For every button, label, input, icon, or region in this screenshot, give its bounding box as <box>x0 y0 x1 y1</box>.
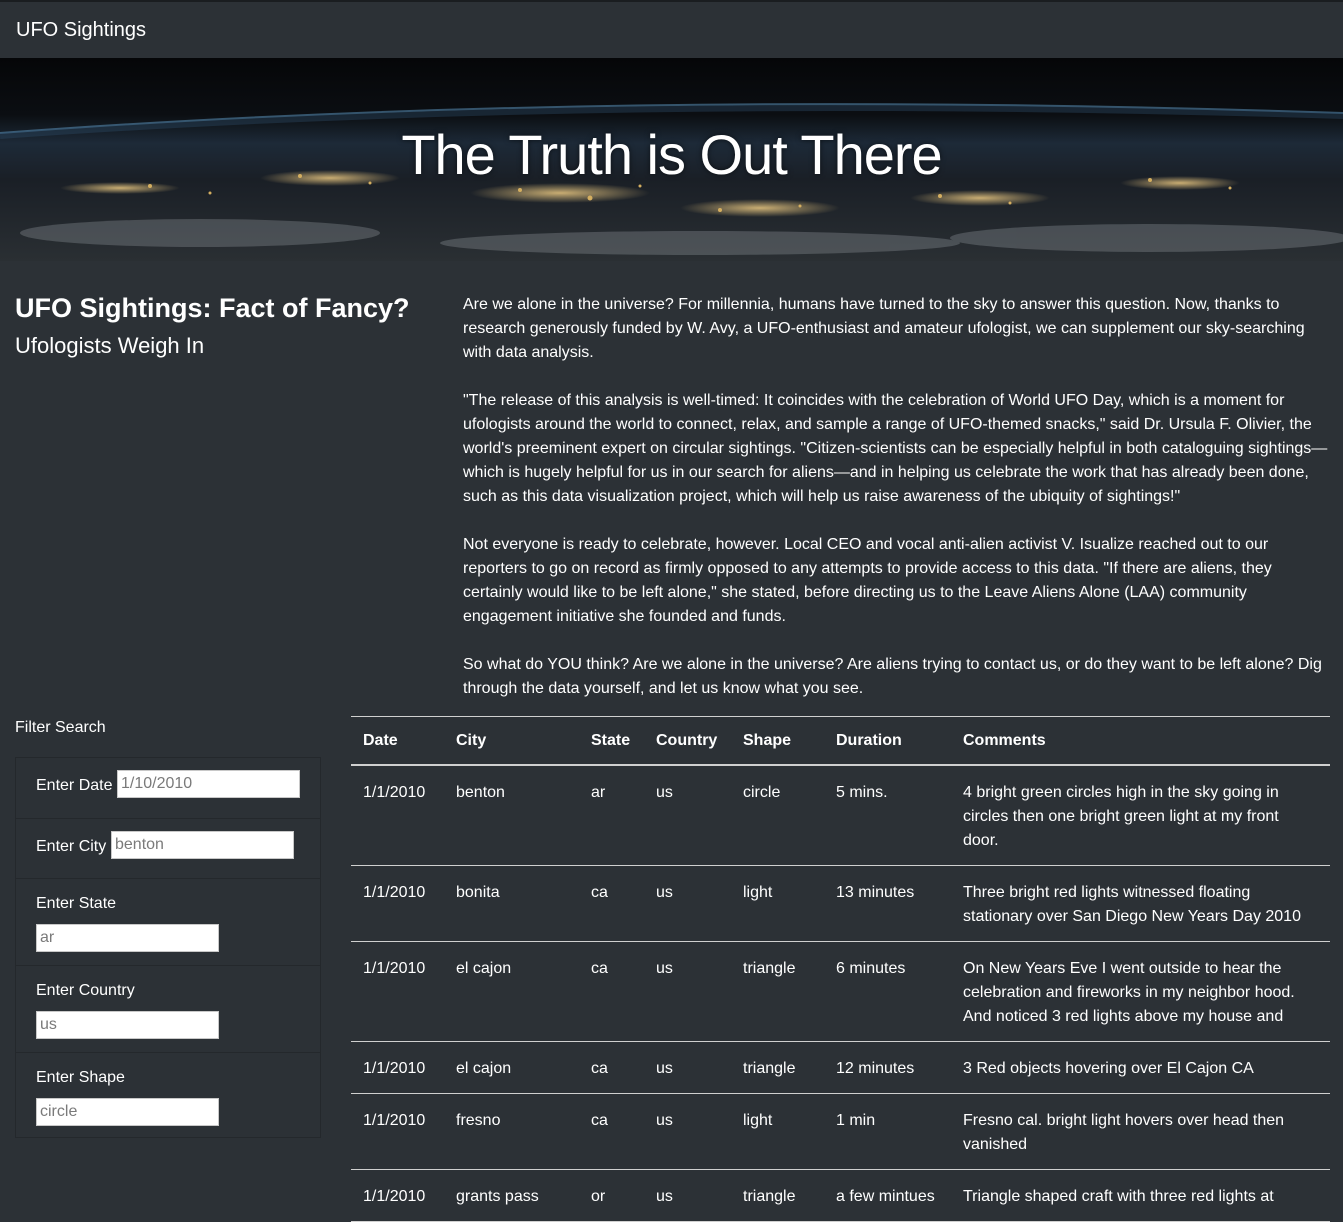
cell-comments: 3 Red objects hovering over El Cajon CA <box>963 1060 1254 1077</box>
table-row: 1/1/2010 fresno ca us light 1 min Fresno… <box>351 1094 1330 1170</box>
state-label: Enter State <box>36 895 117 912</box>
state-input[interactable] <box>36 924 219 952</box>
table-row: 1/1/2010 grants pass or us triangle a fe… <box>351 1170 1330 1222</box>
column-header-city: City <box>456 732 487 749</box>
cell-comments: Triangle shaped craft with three red lig… <box>963 1188 1274 1205</box>
cell-duration: a few mintues <box>836 1188 935 1205</box>
cell-duration: 1 min <box>836 1112 876 1129</box>
article-paragraph: Are we alone in the universe? For millen… <box>463 296 1305 361</box>
article-title: UFO Sightings: Fact of Fancy? <box>15 293 410 323</box>
country-label: Enter Country <box>36 982 135 999</box>
cell-date: 1/1/2010 <box>363 884 426 901</box>
cell-city: benton <box>456 784 505 801</box>
cell-comments: On New Years Eve I went outside to hear … <box>963 960 1295 1025</box>
city-label: Enter City <box>36 838 107 855</box>
cell-city: fresno <box>456 1112 501 1129</box>
cell-comments: Three bright red lights witnessed floati… <box>963 884 1301 925</box>
filter-item-country: Enter Country <box>16 966 320 1053</box>
cell-country: us <box>656 784 673 801</box>
cell-shape: light <box>743 884 773 901</box>
table-row: 1/1/2010 bonita ca us light 13 minutes T… <box>351 866 1330 942</box>
navbar-brand-link[interactable]: UFO Sightings <box>16 19 146 42</box>
article-paragraph: "The release of this analysis is well-ti… <box>463 392 1328 505</box>
article-subtitle: Ufologists Weigh In <box>15 333 205 358</box>
filter-item-shape: Enter Shape <box>16 1053 320 1137</box>
cell-shape: triangle <box>743 960 796 977</box>
cell-city: el cajon <box>456 1060 512 1077</box>
cell-shape: triangle <box>743 1060 796 1077</box>
filter-search-heading: Filter Search <box>15 719 106 736</box>
cell-state: ar <box>591 784 606 801</box>
cell-date: 1/1/2010 <box>363 1112 426 1129</box>
cell-duration: 12 minutes <box>836 1060 915 1077</box>
cell-date: 1/1/2010 <box>363 1188 426 1205</box>
cell-state: ca <box>591 884 608 901</box>
column-header-comments: Comments <box>963 732 1046 749</box>
date-label: Enter Date <box>36 777 113 794</box>
country-input[interactable] <box>36 1011 219 1039</box>
cell-comments: 4 bright green circles high in the sky g… <box>963 784 1279 849</box>
hero-banner: The Truth is Out There <box>0 58 1343 261</box>
filter-item-city: Enter City <box>16 819 320 879</box>
cell-state: ca <box>591 1112 608 1129</box>
cell-state: ca <box>591 1060 608 1077</box>
article-body: Are we alone in the universe? For millen… <box>463 293 1329 725</box>
cell-duration: 6 minutes <box>836 960 906 977</box>
column-header-shape: Shape <box>743 732 792 749</box>
cell-shape: light <box>743 1112 773 1129</box>
column-header-country: Country <box>656 732 718 749</box>
cell-duration: 13 minutes <box>836 884 915 901</box>
sightings-table: Date City State Country Shape Duration C… <box>351 716 1330 1222</box>
cell-state: or <box>591 1188 606 1205</box>
filter-item-date: Enter Date <box>16 758 320 819</box>
table-row: 1/1/2010 el cajon ca us triangle 6 minut… <box>351 942 1330 1042</box>
navbar: UFO Sightings <box>0 0 1343 58</box>
cell-date: 1/1/2010 <box>363 784 426 801</box>
cell-comments: Fresno cal. bright light hovers over hea… <box>963 1112 1285 1153</box>
city-input[interactable] <box>111 831 294 859</box>
hero-title: The Truth is Out There <box>401 123 942 186</box>
table-row: 1/1/2010 el cajon ca us triangle 12 minu… <box>351 1042 1330 1094</box>
cell-city: bonita <box>456 884 500 901</box>
filter-panel: Enter Date Enter City Enter State Enter … <box>15 757 321 1138</box>
shape-label: Enter Shape <box>36 1069 125 1086</box>
cell-country: us <box>656 1060 673 1077</box>
cell-duration: 5 mins. <box>836 784 888 801</box>
column-header-date: Date <box>363 732 398 749</box>
column-header-duration: Duration <box>836 732 902 749</box>
cell-date: 1/1/2010 <box>363 1060 426 1077</box>
cell-date: 1/1/2010 <box>363 960 426 977</box>
article-paragraph: Not everyone is ready to celebrate, howe… <box>463 536 1272 625</box>
table-header-row: Date City State Country Shape Duration C… <box>351 716 1330 765</box>
cell-country: us <box>656 960 673 977</box>
cell-country: us <box>656 1188 673 1205</box>
cell-shape: circle <box>743 784 781 801</box>
cell-shape: triangle <box>743 1188 796 1205</box>
column-header-state: State <box>591 732 631 749</box>
cell-country: us <box>656 884 673 901</box>
cell-country: us <box>656 1112 673 1129</box>
shape-input[interactable] <box>36 1098 219 1126</box>
filter-item-state: Enter State <box>16 879 320 966</box>
cell-city: el cajon <box>456 960 512 977</box>
cell-city: grants pass <box>456 1188 539 1205</box>
cell-state: ca <box>591 960 608 977</box>
article-paragraph: So what do YOU think? Are we alone in th… <box>463 656 1322 697</box>
table-row: 1/1/2010 benton ar us circle 5 mins. 4 b… <box>351 765 1330 866</box>
date-input[interactable] <box>117 770 300 798</box>
